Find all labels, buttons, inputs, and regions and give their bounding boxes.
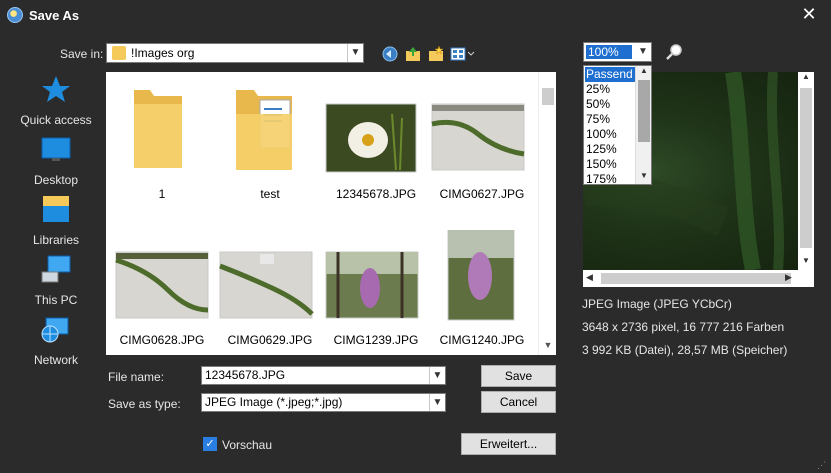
- file-item[interactable]: CIMG0629.JPG: [216, 230, 324, 360]
- sidebar-item-network[interactable]: Network: [10, 314, 102, 367]
- file-name: CIMG1240.JPG: [439, 333, 525, 347]
- zoom-option[interactable]: 50%: [585, 97, 636, 112]
- file-name: CIMG0629.JPG: [227, 333, 313, 347]
- file-item[interactable]: CIMG1239.JPG: [322, 230, 430, 360]
- network-icon: [41, 317, 69, 343]
- photo-thumbnail-foxglove: [325, 251, 419, 319]
- image-size-info: 3 992 KB (Datei), 28,57 MB (Speicher): [582, 343, 788, 357]
- scroll-left-icon[interactable]: ◀: [586, 272, 593, 283]
- zoom-selected-value: 100%: [586, 45, 632, 59]
- scroll-up-icon[interactable]: ▲: [798, 72, 814, 84]
- title-bar: Save As ✕: [0, 0, 831, 30]
- file-name: 1: [158, 187, 166, 201]
- chevron-down-icon[interactable]: ▼: [429, 394, 445, 411]
- image-format-info: JPEG Image (JPEG YCbCr): [582, 297, 732, 311]
- photo-thumbnail-ivy-wall: [431, 103, 525, 171]
- close-icon[interactable]: ✕: [799, 4, 819, 24]
- zoom-option[interactable]: 150%: [585, 157, 636, 172]
- preview-checkbox[interactable]: ✓: [203, 437, 217, 451]
- zoom-option[interactable]: 100%: [585, 127, 636, 142]
- file-item[interactable]: 12345678.JPG: [322, 84, 430, 214]
- scroll-thumb[interactable]: [542, 88, 554, 105]
- preview-checkbox-label: Vorschau: [222, 438, 273, 452]
- scroll-thumb[interactable]: [800, 88, 812, 248]
- resize-grip-icon[interactable]: ⋰: [817, 460, 827, 470]
- save-button[interactable]: Save: [481, 365, 556, 387]
- image-dimensions-info: 3648 x 2736 pixel, 16 777 216 Farben: [582, 320, 785, 334]
- scroll-thumb[interactable]: [638, 80, 650, 142]
- sidebar-item-label: Network: [33, 353, 78, 367]
- back-icon[interactable]: [381, 45, 399, 63]
- sidebar-item-this-pc[interactable]: This PC: [10, 254, 102, 307]
- window-title: Save As: [29, 8, 80, 23]
- filename-value: 12345678.JPG: [205, 368, 286, 382]
- zoom-option[interactable]: 75%: [585, 112, 636, 127]
- file-name: 12345678.JPG: [335, 187, 417, 201]
- chevron-down-icon[interactable]: ▼: [635, 43, 651, 61]
- scroll-thumb[interactable]: [601, 273, 791, 284]
- chevron-down-icon[interactable]: ▼: [347, 44, 363, 62]
- file-item[interactable]: CIMG1240.JPG: [428, 230, 536, 360]
- zoom-option[interactable]: 125%: [585, 142, 636, 157]
- file-name: test: [260, 187, 280, 201]
- zoom-option[interactable]: 175%: [585, 172, 636, 187]
- scroll-down-icon[interactable]: ▼: [539, 340, 557, 354]
- photo-thumbnail-ivy-wall: [219, 251, 314, 319]
- file-item[interactable]: CIMG0627.JPG: [428, 84, 536, 214]
- app-icon: [7, 7, 23, 23]
- file-item[interactable]: test: [216, 84, 324, 214]
- save-as-type-value: JPEG Image (*.jpeg;*.jpg): [205, 395, 343, 409]
- save-as-type-select[interactable]: JPEG Image (*.jpeg;*.jpg) ▼: [201, 393, 446, 412]
- sidebar-item-label: This PC: [34, 293, 78, 307]
- photo-thumbnail-ivy-wall: [115, 251, 209, 319]
- zoom-select[interactable]: 100% ▼: [583, 42, 652, 62]
- new-folder-icon[interactable]: [427, 45, 445, 63]
- folder-with-docs-icon: [236, 90, 292, 170]
- sidebar-item-label: Desktop: [33, 173, 79, 187]
- sidebar-item-label: Libraries: [32, 233, 80, 247]
- photo-thumbnail-tulip: [325, 103, 417, 173]
- file-list-scrollbar[interactable]: ▼: [538, 72, 556, 355]
- filename-field[interactable]: 12345678.JPG ▼: [201, 366, 446, 385]
- quick-access-star-icon: [42, 76, 70, 102]
- file-name: CIMG0628.JPG: [119, 333, 205, 347]
- save-as-type-label: Save as type:: [108, 397, 181, 411]
- photo-thumbnail-foxglove: [447, 230, 515, 321]
- file-item[interactable]: CIMG0628.JPG: [108, 230, 216, 360]
- scroll-right-icon[interactable]: ▶: [785, 272, 792, 283]
- libraries-icon: [43, 196, 69, 222]
- zoom-option[interactable]: 25%: [585, 82, 636, 97]
- zoom-list-scrollbar[interactable]: ▲ ▼: [635, 66, 651, 184]
- sidebar-item-libraries[interactable]: Libraries: [10, 194, 102, 247]
- preview-hscrollbar[interactable]: ◀ ▶: [583, 270, 814, 287]
- advanced-button[interactable]: Erweitert...: [461, 433, 556, 455]
- filename-label: File name:: [108, 370, 165, 384]
- chevron-down-icon[interactable]: ▼: [429, 367, 445, 384]
- sidebar-item-desktop[interactable]: Desktop: [10, 134, 102, 187]
- zoom-dropdown-list[interactable]: Passend 25% 50% 75% 100% 125% 150% 175% …: [583, 65, 652, 187]
- file-list-view[interactable]: 1 test 12345678.JPG CIMG0627.JPG CIMG062…: [106, 72, 538, 355]
- preview-vscrollbar[interactable]: ▲ ▼: [798, 72, 814, 270]
- save-in-label: Save in:: [60, 47, 104, 61]
- sidebar-item-quick-access[interactable]: Quick access: [10, 74, 102, 127]
- view-menu-icon[interactable]: [450, 45, 476, 63]
- file-name: CIMG1239.JPG: [333, 333, 419, 347]
- save-in-value: !Images org: [131, 46, 195, 60]
- cancel-button[interactable]: Cancel: [481, 391, 556, 413]
- sidebar-item-label: Quick access: [20, 113, 92, 127]
- magnifier-icon[interactable]: [665, 43, 683, 61]
- scroll-down-icon[interactable]: ▼: [798, 256, 814, 268]
- folder-icon: [134, 90, 182, 168]
- computer-icon: [41, 255, 71, 283]
- up-folder-icon[interactable]: [404, 45, 422, 63]
- folder-icon: [112, 46, 126, 60]
- scroll-down-icon[interactable]: ▼: [636, 171, 652, 183]
- file-item[interactable]: 1: [108, 84, 216, 214]
- zoom-option[interactable]: Passend: [585, 67, 636, 82]
- save-in-combo[interactable]: !Images org ▼: [106, 43, 364, 63]
- file-name: CIMG0627.JPG: [439, 187, 525, 201]
- scroll-up-icon[interactable]: ▲: [636, 66, 652, 78]
- desktop-icon: [41, 137, 71, 161]
